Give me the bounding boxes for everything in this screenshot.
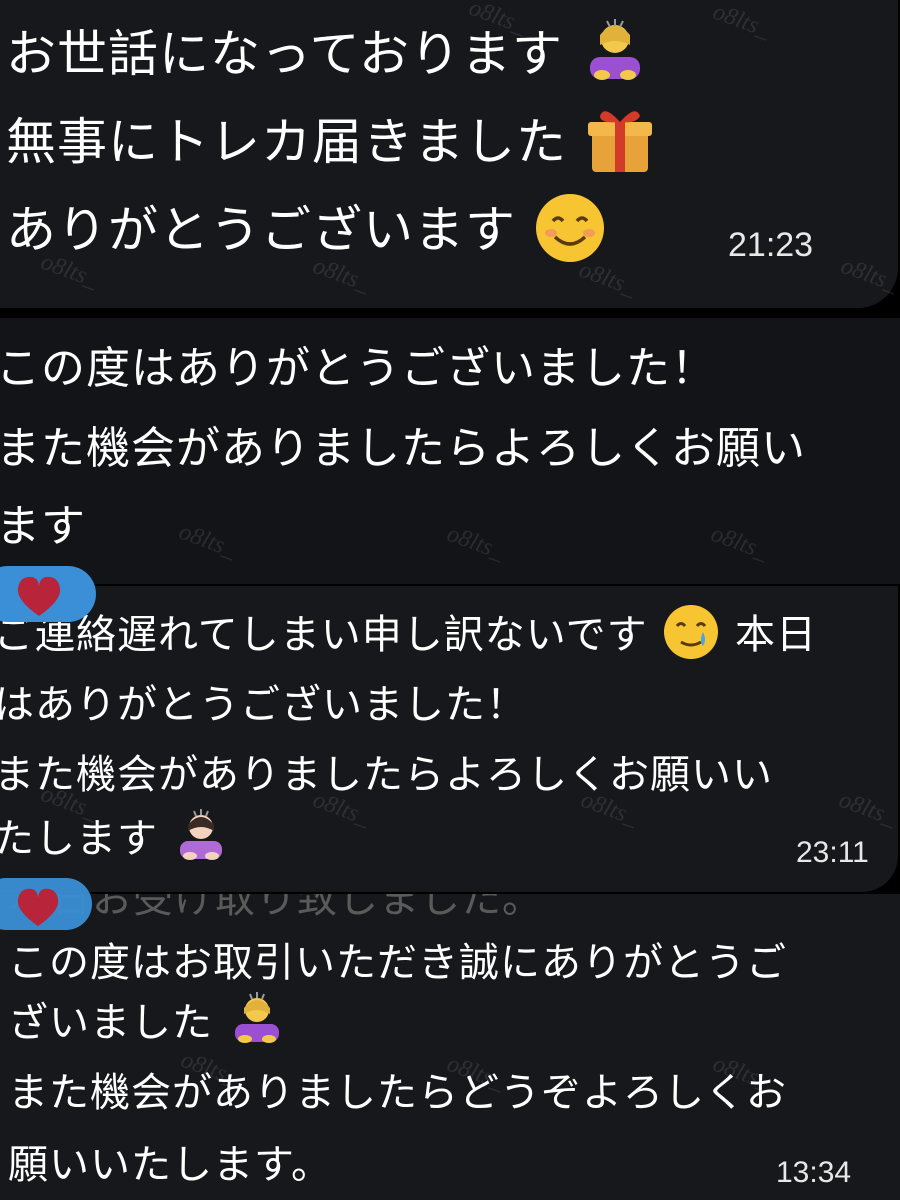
message-3-line-1: ご連絡遅れてしまい申し訳ないです 本日 xyxy=(0,602,817,672)
message-2-line-3: ます xyxy=(0,501,86,552)
heart-reaction-icon[interactable] xyxy=(14,886,62,932)
message-4-line-3: また機会がありましたらどうぞよろしくお xyxy=(8,1070,787,1116)
message-bubble-1: お世話になっております 無事にトレカ届きました ありがとうございます 21:23 xyxy=(0,0,898,308)
message-1-timestamp: 21:23 xyxy=(728,226,814,264)
message-4-line-2: ざいました xyxy=(8,990,287,1060)
message-1-line-2: 無事にトレカ届きました xyxy=(6,102,656,188)
heart-reaction-icon[interactable] xyxy=(14,574,64,622)
message-2-line-1: この度はありがとうございました！ xyxy=(0,343,716,394)
message-bubble-3: ご連絡遅れてしまい申し訳ないです 本日 はありがとうございました！ また機会があ… xyxy=(0,586,898,892)
message-2-line-2: また機会がありましたらよろしくお願い xyxy=(0,423,806,474)
person-bowing-icon xyxy=(227,990,287,1060)
smiling-face-with-tear-icon xyxy=(661,602,721,672)
message-3-line-3: また機会がありましたらよろしくお願いい xyxy=(0,752,773,798)
message-3-line-4: たします xyxy=(0,806,230,875)
message-3-timestamp: 23:11 xyxy=(796,836,869,869)
person-bowing-emoji xyxy=(580,17,650,99)
message-bubble-4: 本日お受け取り致しました。 この度はお取引いただき誠にありがとうご ざいました … xyxy=(0,894,900,1200)
person-bowing-icon xyxy=(172,807,230,875)
message-4-timestamp: 13:34 xyxy=(776,1156,852,1189)
smiling-face-icon xyxy=(533,191,607,277)
message-4-line-4: 願いいたします。 xyxy=(8,1142,332,1188)
message-3-line-2: はありがとうございました！ xyxy=(0,682,527,728)
message-1-line-3: ありがとうございます xyxy=(6,190,607,277)
message-1-line-1: お世話になっております xyxy=(6,14,650,99)
gift-icon xyxy=(584,104,656,188)
message-bubble-2: この度はありがとうございました！ また機会がありましたらよろしくお願い ます xyxy=(0,318,900,584)
message-4-line-1: この度はお取引いただき誠にありがとうご xyxy=(8,940,787,986)
